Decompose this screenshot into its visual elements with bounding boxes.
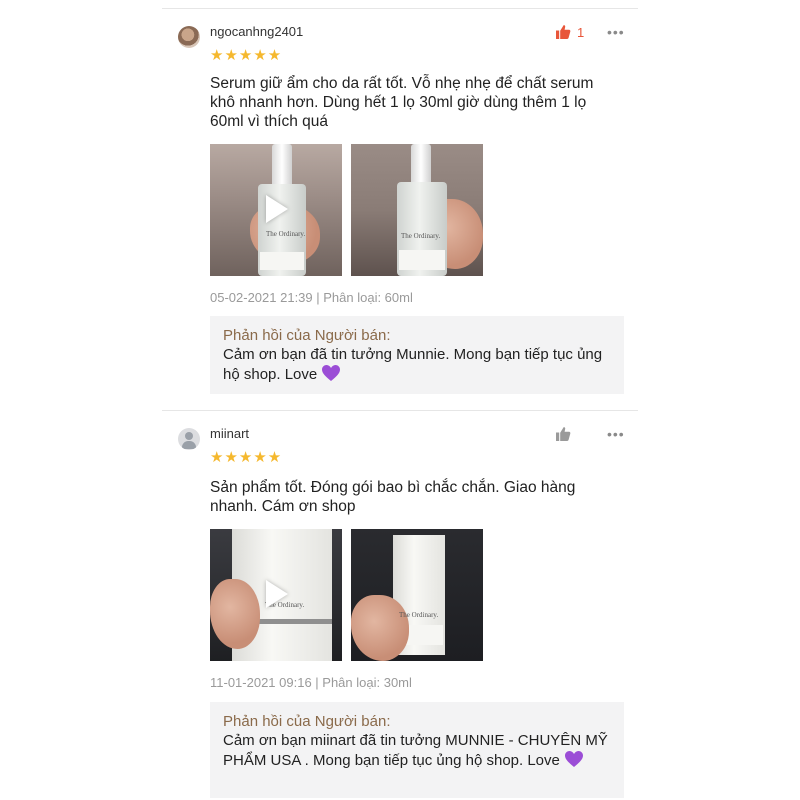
reviewer-username[interactable]: ngocanhng2401 [210,24,303,39]
seller-reply-box: Phản hồi của Người bán: Cảm ơn bạn miina… [210,702,624,798]
seller-reply-title: Phản hồi của Người bán: [223,327,391,344]
thumbs-up-icon [556,25,571,39]
like-count: 1 [577,24,585,40]
review-video-thumbnail[interactable]: The Ordinary. [210,144,342,276]
review-text: Serum giữ ẩm cho da rất tốt. Vỗ nhẹ nhẹ … [210,75,594,130]
review-text: Sản phẩm tốt. Đóng gói bao bì chắc chắn.… [210,479,576,515]
review-video-thumbnail[interactable]: The Ordinary. [210,529,342,661]
thumbs-up-icon [556,427,571,441]
avatar[interactable] [178,26,200,48]
play-icon [266,195,288,223]
seller-reply-box: Phản hồi của Người bán: Cảm ơn bạn đã ti… [210,316,624,394]
seller-reply-text: Cảm ơn bạn đã tin tưởng Munnie. Mong bạn… [223,346,603,383]
rating-stars: ★★★★★ [210,449,283,466]
product-brand-label: The Ordinary. [266,230,306,238]
top-divider [162,8,638,9]
review-photo-thumbnail[interactable]: The Ordinary. [351,144,483,276]
like-button[interactable]: 1 [555,24,584,40]
more-dots-icon[interactable]: ••• [607,24,625,40]
avatar[interactable] [178,428,200,450]
review-date-variant: 11-01-2021 09:16 | Phân loại: 30ml [210,675,412,690]
seller-reply-title: Phản hồi của Người bán: [223,713,391,730]
purple-heart-icon [565,751,584,767]
like-button[interactable] [555,426,577,442]
rating-stars: ★★★★★ [210,47,283,64]
more-dots-icon[interactable]: ••• [607,426,625,442]
product-brand-label: The Ordinary. [401,232,441,240]
play-icon [266,580,288,608]
review-divider [162,410,638,411]
product-brand-label: The Ordinary. [399,611,439,619]
review-date-variant: 05-02-2021 21:39 | Phân loại: 60ml [210,290,413,305]
purple-heart-icon [322,365,341,381]
seller-reply-text: Cảm ơn bạn miinart đã tin tưởng MUNNIE -… [223,732,608,769]
review-photo-thumbnail[interactable]: The Ordinary. [351,529,483,661]
reviewer-username[interactable]: miinart [210,426,249,441]
